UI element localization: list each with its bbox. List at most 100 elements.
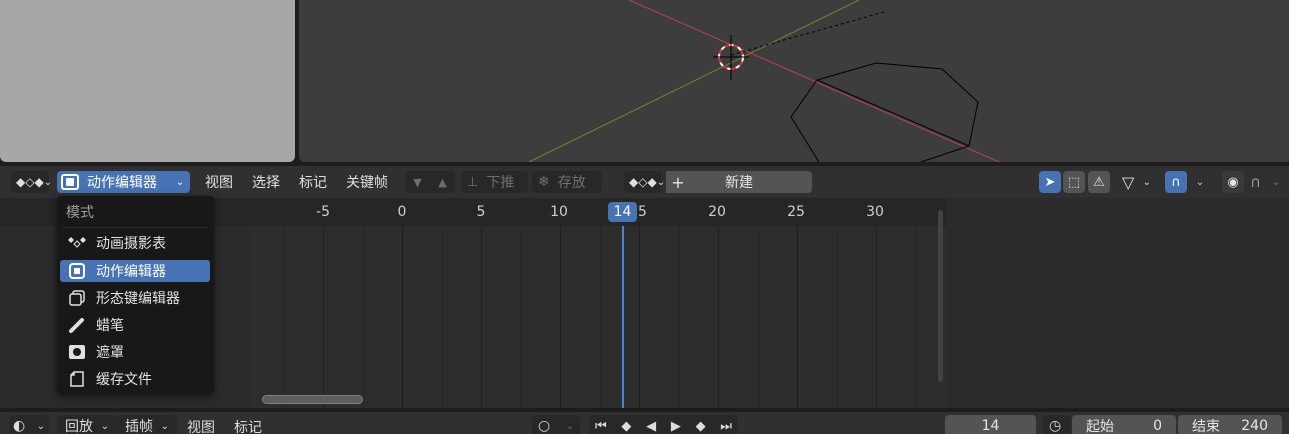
jump-end-icon[interactable]: ⏭: [720, 419, 732, 434]
playback-controls: ⏮ ◆ ◀ ▶ ◆ ⏭: [589, 415, 738, 434]
end-label: 结束: [1192, 419, 1220, 434]
jump-start-icon[interactable]: ⏮: [595, 419, 607, 434]
menu-marker[interactable]: 标记: [293, 171, 333, 193]
filter-dropdown[interactable]: ▽ ⌄: [1117, 171, 1157, 193]
chevron-down-icon: ⌄: [43, 176, 53, 188]
right-empty-area: [946, 198, 1289, 408]
mode-item-label: 动画摄影表: [96, 236, 166, 252]
playback-menu[interactable]: 回放 ⌄: [57, 415, 117, 434]
only-errors-toggle[interactable]: ⚠: [1088, 171, 1110, 193]
stash-icon: ❄: [538, 174, 550, 190]
mode-item-action-editor[interactable]: 动作编辑器: [60, 260, 210, 282]
chevron-down-icon: ⌄: [1195, 176, 1205, 188]
falloff-curve-icon: ∩: [1250, 173, 1261, 191]
grid-line: [560, 226, 561, 408]
new-action-label: 新建: [725, 175, 753, 191]
current-frame-badge[interactable]: 14: [608, 202, 637, 222]
preview-range-toggle[interactable]: ◷: [1043, 415, 1071, 434]
start-frame-field[interactable]: 起始 0: [1072, 415, 1176, 434]
action-editor-icon: [67, 262, 87, 280]
chevron-down-icon: ⌄: [175, 176, 184, 188]
bottom-menu-view[interactable]: 视图: [187, 417, 215, 434]
chevron-down-icon: ⌄: [100, 420, 109, 432]
vertical-scrollbar[interactable]: [938, 210, 943, 382]
grid-line: [876, 226, 877, 408]
mode-selector[interactable]: 动作编辑器 ⌄: [57, 171, 190, 193]
falloff-dropdown[interactable]: ∩ ⌄: [1246, 171, 1286, 193]
play-reverse-icon[interactable]: ◀: [646, 419, 656, 434]
proportional-edit-toggle[interactable]: ◉: [1222, 171, 1244, 193]
stopwatch-icon: ◷: [1049, 418, 1062, 434]
horizontal-scrollbar[interactable]: [262, 395, 363, 404]
stash-label: 存放: [557, 175, 586, 191]
image-editor-panel[interactable]: [0, 0, 295, 162]
grid-line: [442, 226, 443, 408]
mode-item-cache-file[interactable]: 缓存文件: [60, 368, 210, 390]
grid-line: [284, 226, 285, 408]
mode-item-label: 缓存文件: [96, 372, 152, 388]
mode-item-shape-key[interactable]: 形态键编辑器: [60, 287, 210, 309]
editor-type-selector[interactable]: ◆◇◆ ⌄: [11, 171, 52, 193]
grid-line: [718, 226, 719, 408]
grid-line: [837, 226, 838, 408]
tick-label: 20: [708, 204, 726, 220]
mode-item-grease-pencil[interactable]: 蜡笔: [60, 314, 210, 336]
timeline-editor-selector[interactable]: ◐ ⌄: [9, 415, 49, 434]
grid-line: [363, 226, 364, 408]
menu-keyframe[interactable]: 关键帧: [340, 171, 394, 193]
filter-icon: ▽: [1122, 172, 1135, 192]
chevron-down-icon: ⌄: [1271, 176, 1280, 188]
playhead-line[interactable]: [622, 226, 624, 408]
bottom-menu-marker[interactable]: 标记: [234, 417, 262, 434]
mode-item-mask[interactable]: 遮罩: [60, 341, 210, 363]
action-editor-header: ◆◇◆ ⌄ 动作编辑器 ⌄ 视图 选择 标记 关键帧 ▼ ▲ ⊥ 下推 ❄ 存放…: [0, 166, 1289, 198]
keyframe-area[interactable]: [250, 226, 946, 408]
action-browse-selector[interactable]: ◆◇◆ ⌄: [624, 171, 665, 193]
camera-dashed-line: [730, 11, 885, 56]
snap-dropdown[interactable]: ⌄: [1188, 171, 1212, 193]
mask-icon: [67, 343, 87, 361]
3d-viewport[interactable]: [299, 0, 1289, 162]
only-selected-toggle[interactable]: ➤: [1039, 171, 1061, 193]
next-keyframe-icon[interactable]: ◆: [696, 419, 706, 434]
push-down-button[interactable]: ⊥ 下推: [461, 171, 528, 193]
tick-label: 0: [397, 204, 407, 220]
show-hidden-toggle[interactable]: ⬚: [1063, 171, 1085, 193]
object-outline: [816, 62, 979, 162]
keying-menu[interactable]: 插帧 ⌄: [117, 415, 177, 434]
current-frame-field[interactable]: 14: [945, 415, 1036, 434]
mode-item-label: 动作编辑器: [96, 264, 166, 280]
layer-down-icon[interactable]: ▼: [413, 176, 421, 189]
stash-button[interactable]: ❄ 存放: [532, 171, 602, 193]
mode-dropdown-menu: 模式 动画摄影表 动作编辑器 形态键编辑器 蜡笔 遮罩 缓存文件: [57, 196, 214, 394]
mode-item-dopesheet[interactable]: 动画摄影表: [60, 232, 210, 254]
layer-up-icon[interactable]: ▲: [438, 176, 446, 189]
layer-nav-group: ▼ ▲: [405, 171, 455, 193]
record-icon: ○: [538, 418, 551, 434]
plus-icon: +: [671, 172, 685, 192]
action-icon: ◆◇◆: [629, 175, 657, 189]
menu-select[interactable]: 选择: [246, 171, 286, 193]
end-frame-field[interactable]: 结束 240: [1178, 415, 1282, 434]
start-label: 起始: [1086, 419, 1114, 434]
timeline-footer: ◐ ⌄ 回放 ⌄ 插帧 ⌄ 视图 标记 ○ ⌄ ⏮ ◆ ◀ ▶ ◆ ⏭ 14 ◷…: [0, 412, 1289, 434]
grid-line: [916, 226, 917, 408]
play-icon[interactable]: ▶: [671, 419, 681, 434]
magnet-icon: ∩: [1171, 174, 1181, 190]
action-editor-icon: [61, 174, 79, 190]
proportional-circle-icon: ◉: [1227, 174, 1239, 190]
auto-key-toggle[interactable]: ○ ⌄: [532, 415, 580, 434]
tick-label: 10: [550, 204, 568, 220]
prev-keyframe-icon[interactable]: ◆: [621, 419, 631, 434]
chevron-down-icon: ⌄: [36, 420, 45, 432]
viewport-scene: [528, 0, 1000, 162]
warning-icon: ⚠: [1093, 174, 1105, 190]
cursor-arrow-icon: ➤: [1044, 174, 1056, 190]
shape-key-icon: [67, 289, 87, 307]
grid-line: [797, 226, 798, 408]
dopesheet-icon: ◆◇◆: [16, 175, 44, 189]
grid-line: [521, 226, 522, 408]
menu-view[interactable]: 视图: [199, 171, 239, 193]
grid-line: [758, 226, 759, 408]
snap-toggle[interactable]: ∩: [1165, 171, 1187, 193]
